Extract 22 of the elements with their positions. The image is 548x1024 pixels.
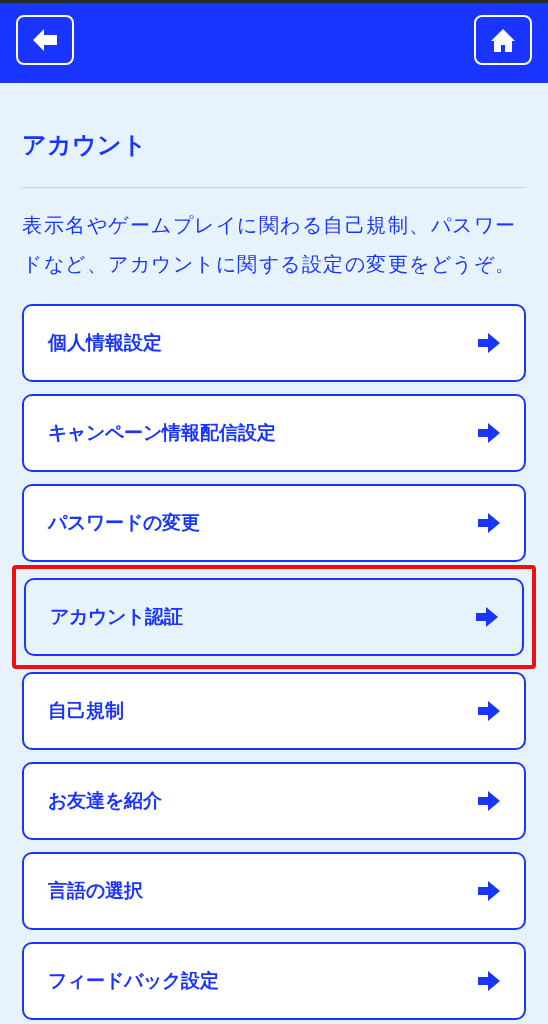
description-text: 表示名やゲームプレイに関わる自己規制、パスワードなど、アカウントに関する設定の変更をどうぞ。 <box>22 212 518 278</box>
home-icon <box>491 28 515 52</box>
menu-item[interactable]: 言語の選択 <box>22 852 526 930</box>
menu-item[interactable]: アカウント認証 <box>24 578 524 656</box>
menu-item[interactable]: フィードバック設定 <box>22 942 526 1020</box>
arrow-right-icon <box>478 701 500 721</box>
menu-item[interactable]: お友達を紹介 <box>22 762 526 840</box>
arrow-right-icon <box>478 791 500 811</box>
home-button[interactable] <box>474 15 532 65</box>
arrow-right-icon <box>478 513 500 533</box>
back-button[interactable] <box>16 15 74 65</box>
menu-item[interactable]: パスワードの変更 <box>22 484 526 562</box>
page-title: アカウント <box>22 130 148 161</box>
arrow-right-icon <box>478 971 500 991</box>
arrow-right-icon <box>476 607 498 627</box>
arrow-right-icon <box>478 881 500 901</box>
menu-item[interactable]: 自己規制 <box>22 672 526 750</box>
menu-item[interactable]: 個人情報設定 <box>22 304 526 382</box>
arrow-right-icon <box>478 423 500 443</box>
menu-item[interactable]: キャンペーン情報配信設定 <box>22 394 526 472</box>
arrow-right-icon <box>478 333 500 353</box>
arrow-left-icon <box>33 29 57 51</box>
